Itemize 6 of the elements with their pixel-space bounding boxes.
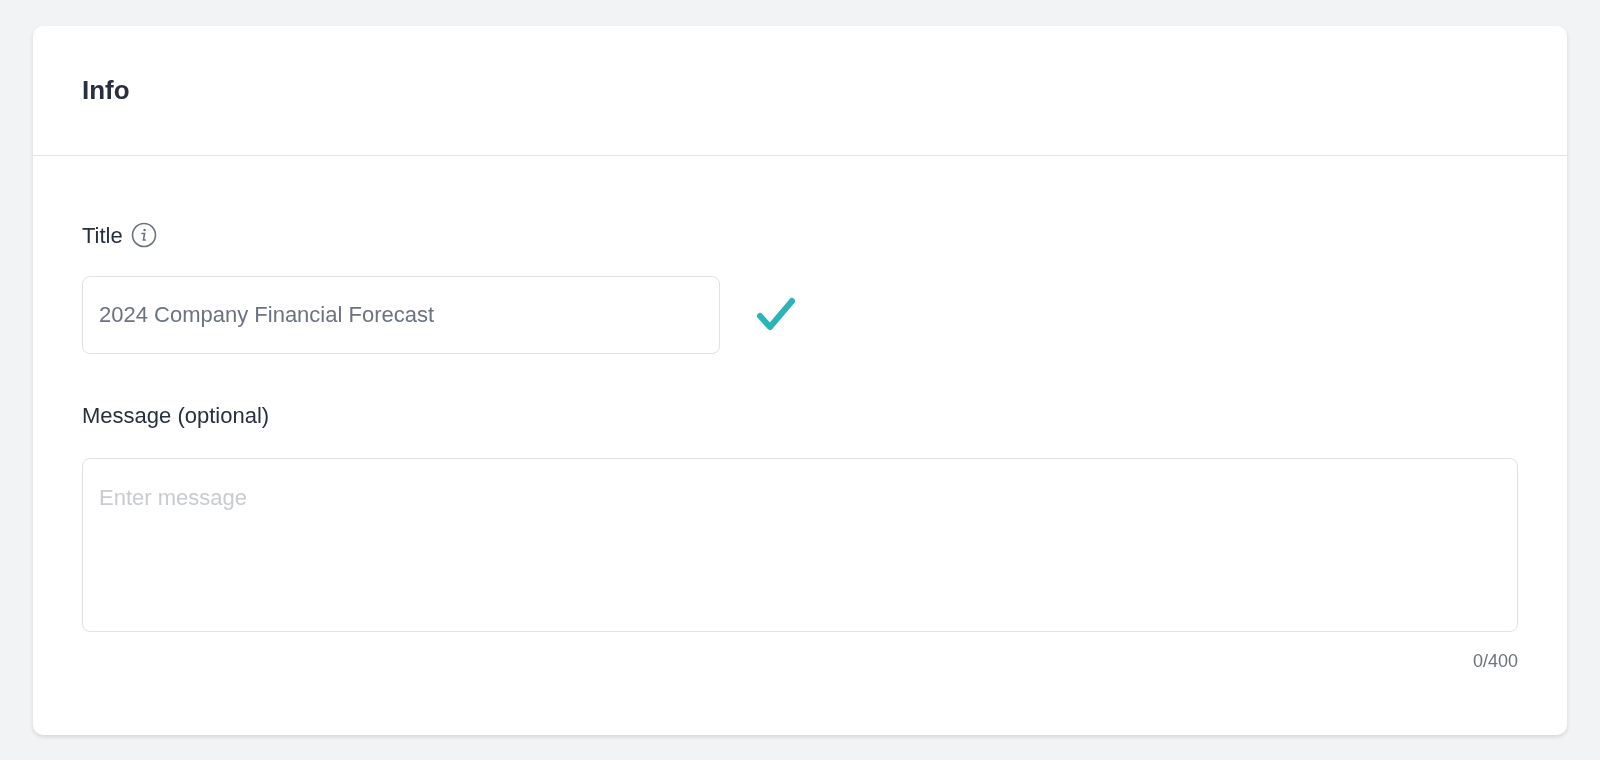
- field-label: Title: [82, 221, 123, 250]
- card-title: Info: [82, 74, 130, 107]
- field-label: Message (optional): [82, 401, 270, 430]
- character-counter: 0/400: [1472, 650, 1518, 673]
- title-input-field[interactable]: 2024 Company Financial Forecast: [82, 276, 720, 354]
- info-icon[interactable]: [130, 222, 157, 248]
